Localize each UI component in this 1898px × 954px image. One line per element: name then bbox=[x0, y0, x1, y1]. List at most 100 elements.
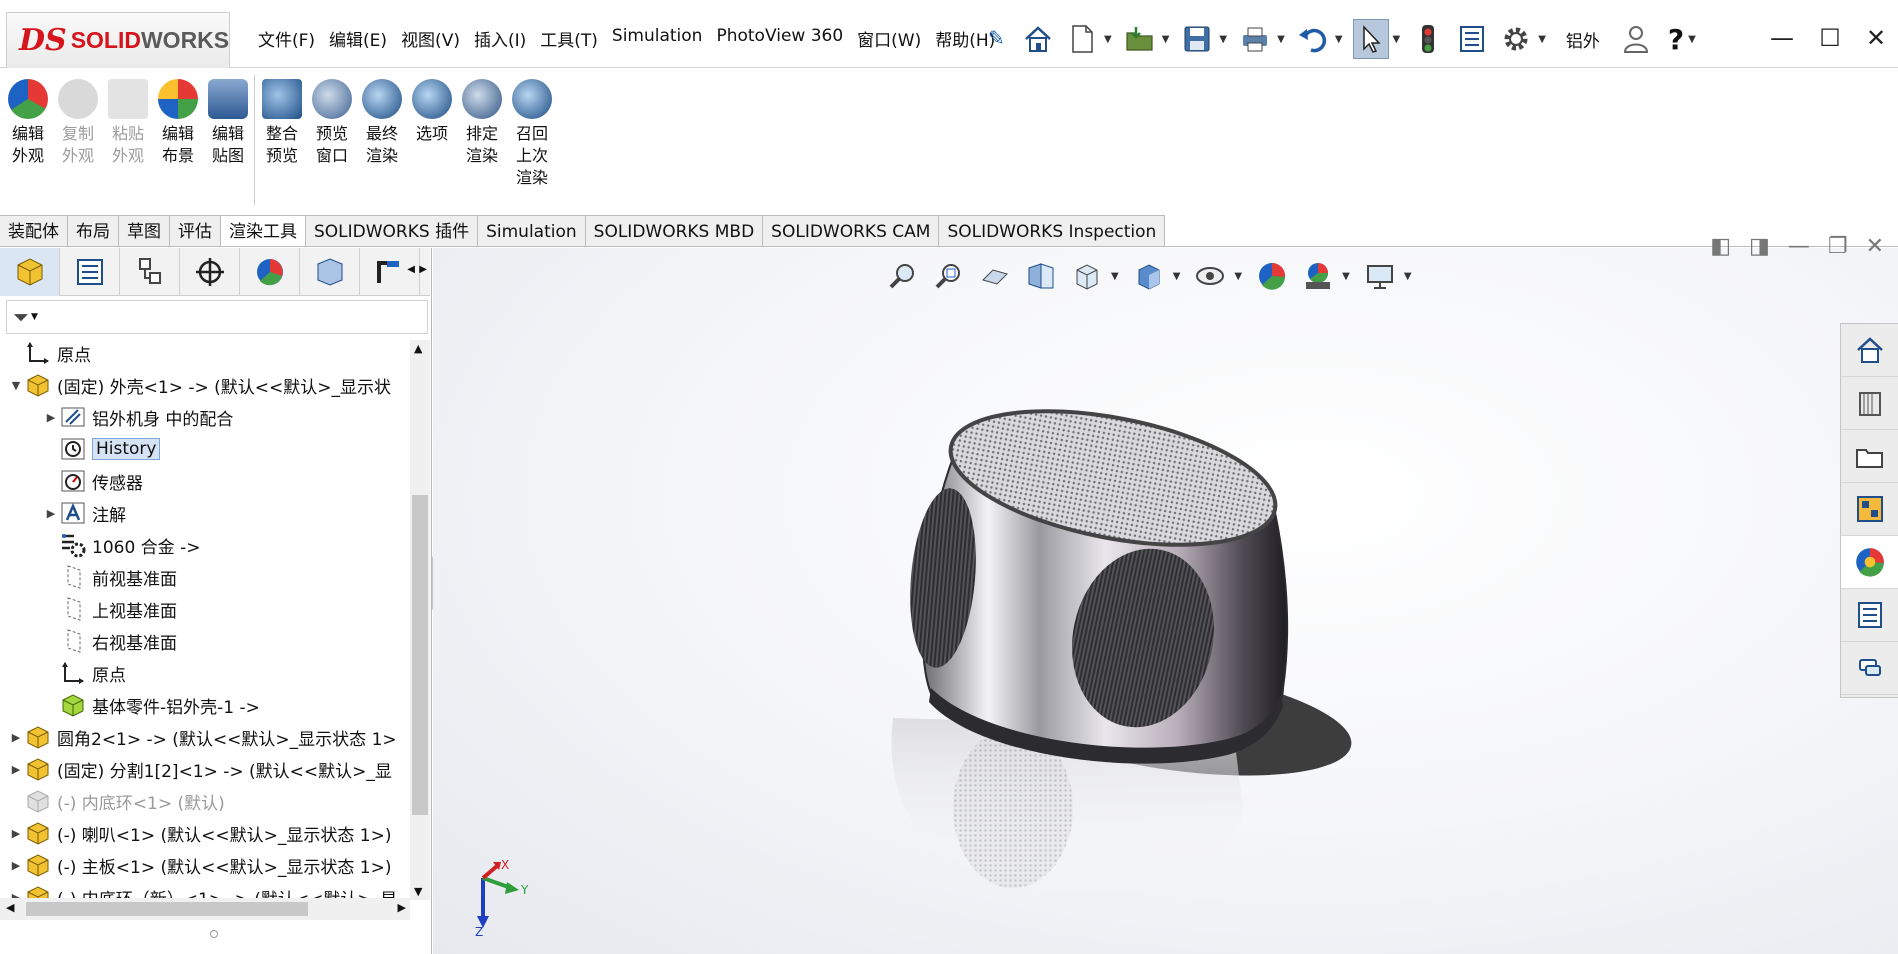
options-dropdown-icon[interactable]: ▼ bbox=[1538, 34, 1546, 45]
tree-item[interactable]: ▶ (-) 主板<1> (默认<<默认>_显示状态 1>) bbox=[8, 850, 391, 880]
apply-scene-icon[interactable] bbox=[1300, 258, 1336, 294]
viewport-close-icon[interactable]: ✕ bbox=[1866, 234, 1884, 259]
tree-item[interactable]: (-) 内底环<1> (默认) bbox=[8, 786, 225, 816]
custom-properties-icon[interactable] bbox=[1841, 589, 1898, 642]
panel-resize-handle[interactable] bbox=[210, 930, 218, 938]
integrated-preview-button[interactable]: 整合 预览 bbox=[258, 79, 306, 167]
design-library-icon[interactable] bbox=[1841, 377, 1898, 430]
edit-scene-button[interactable]: 编辑 布景 bbox=[154, 79, 202, 167]
save-dropdown-icon[interactable]: ▼ bbox=[1219, 34, 1227, 45]
file-explorer-icon[interactable] bbox=[1841, 430, 1898, 483]
scroll-up-icon[interactable]: ▲ bbox=[414, 342, 422, 355]
tab-solidworks-inspection[interactable]: SOLIDWORKS Inspection bbox=[939, 215, 1166, 247]
home-icon[interactable] bbox=[1020, 19, 1056, 59]
hide-show-icon[interactable] bbox=[1192, 258, 1228, 294]
tree-expander-icon[interactable]: ▶ bbox=[43, 507, 59, 520]
tab-assembly[interactable]: 装配体 bbox=[0, 215, 68, 247]
view-settings-dropdown-icon[interactable]: ▼ bbox=[1404, 271, 1412, 282]
scroll-down-icon[interactable]: ▼ bbox=[414, 885, 422, 898]
graphics-area[interactable]: ◧ ◨ — ❐ ✕ ▼ ▼ ▼ ▼ ▼ X Y Z bbox=[433, 234, 1898, 954]
tree-item[interactable]: 右视基准面 bbox=[43, 626, 177, 656]
save-icon[interactable] bbox=[1179, 19, 1215, 59]
appearances-icon[interactable] bbox=[1841, 536, 1898, 589]
viewport-restore-icon[interactable]: ❐ bbox=[1828, 234, 1848, 259]
tree-item[interactable]: ▼ (固定) 外壳<1> -> (默认<<默认>_显示状 bbox=[8, 370, 391, 400]
user-account-icon[interactable] bbox=[1618, 19, 1654, 59]
tree-vertical-scrollbar[interactable]: ▲ ▼ bbox=[410, 340, 430, 900]
tabs-scroll-left-icon[interactable]: ◀ bbox=[407, 264, 415, 275]
new-document-icon[interactable] bbox=[1064, 19, 1100, 59]
tree-item[interactable]: 上视基准面 bbox=[43, 594, 177, 624]
propertymanager-tab-icon[interactable] bbox=[60, 248, 120, 296]
select-pointer-icon[interactable] bbox=[1352, 19, 1389, 59]
new-dropdown-icon[interactable]: ▼ bbox=[1104, 34, 1112, 45]
menu-window[interactable]: 窗口(W) bbox=[857, 26, 921, 51]
tree-item[interactable]: 原点 bbox=[8, 338, 91, 368]
forum-icon[interactable] bbox=[1841, 642, 1898, 695]
display-style-dropdown-icon[interactable]: ▼ bbox=[1173, 271, 1181, 282]
help-dropdown-icon[interactable]: ▼ bbox=[1688, 34, 1696, 45]
zoom-to-fit-icon[interactable] bbox=[885, 258, 921, 294]
edit-appearance-hud-icon[interactable] bbox=[1254, 258, 1290, 294]
dimxpert-tab-icon[interactable] bbox=[180, 248, 240, 296]
filter-dropdown-icon[interactable]: ▼ bbox=[31, 312, 38, 322]
viewport-split-left-icon[interactable]: ◧ bbox=[1710, 234, 1731, 259]
menu-view[interactable]: 视图(V) bbox=[401, 26, 460, 51]
filter-funnel-icon[interactable]: ⏷ bbox=[13, 305, 29, 329]
view-orientation-dropdown-icon[interactable]: ▼ bbox=[1111, 271, 1119, 282]
tree-item[interactable]: 传感器 bbox=[43, 466, 143, 496]
view-orientation-icon[interactable] bbox=[1069, 258, 1105, 294]
options-gear-icon[interactable] bbox=[1498, 19, 1534, 59]
featuremanager-tab-icon[interactable] bbox=[0, 248, 60, 296]
menu-photoview[interactable]: PhotoView 360 bbox=[716, 26, 843, 51]
menu-insert[interactable]: 插入(I) bbox=[474, 26, 526, 51]
pin-menu-icon[interactable]: ✎ bbox=[988, 26, 1005, 50]
speaker-model-render[interactable] bbox=[813, 388, 1453, 948]
cam-tab-icon[interactable] bbox=[300, 248, 360, 296]
select-dropdown-icon[interactable]: ▼ bbox=[1393, 34, 1401, 45]
user-label[interactable]: 铝外 bbox=[1556, 27, 1610, 52]
tree-item[interactable]: ▶ 圆角2<1> -> (默认<<默认>_显示状态 1> bbox=[8, 722, 397, 752]
rebuild-traffic-light-icon[interactable] bbox=[1410, 19, 1446, 59]
menu-tools[interactable]: 工具(T) bbox=[540, 26, 598, 51]
tree-item[interactable]: ▶ (固定) 分割1[2]<1> -> (默认<<默认>_显 bbox=[8, 754, 392, 784]
tree-expander-icon[interactable]: ▶ bbox=[43, 411, 59, 424]
apply-scene-dropdown-icon[interactable]: ▼ bbox=[1342, 271, 1350, 282]
undo-icon[interactable] bbox=[1295, 19, 1331, 59]
tree-item[interactable]: 1060 合金 -> bbox=[43, 530, 200, 560]
solidworks-logo[interactable]: DS SOLIDWORKS bbox=[6, 12, 230, 68]
tab-evaluate[interactable]: 评估 bbox=[170, 215, 221, 247]
zoom-area-icon[interactable] bbox=[931, 258, 967, 294]
tab-solidworks-mbd[interactable]: SOLIDWORKS MBD bbox=[585, 215, 764, 247]
tree-expander-icon[interactable]: ▶ bbox=[8, 731, 24, 744]
tree-scroll-thumb[interactable] bbox=[412, 495, 428, 815]
tabs-scroll-right-icon[interactable]: ▶ bbox=[419, 264, 427, 275]
section-view-icon[interactable] bbox=[1023, 258, 1059, 294]
tab-render-tools[interactable]: 渲染工具 bbox=[221, 215, 306, 247]
displaymanager-tab-icon[interactable] bbox=[240, 248, 300, 296]
more-tabs-icon[interactable]: ◀ ▶ bbox=[360, 248, 427, 296]
help-icon[interactable]: ? bbox=[1668, 23, 1684, 56]
edit-appearance-button[interactable]: 编辑 外观 bbox=[4, 79, 52, 167]
scroll-right-icon[interactable]: ▶ bbox=[398, 901, 406, 914]
hide-show-dropdown-icon[interactable]: ▼ bbox=[1234, 271, 1242, 282]
tree-expander-icon[interactable]: ▶ bbox=[8, 859, 24, 872]
tab-simulation[interactable]: Simulation bbox=[478, 215, 586, 247]
tree-item[interactable]: ▶ (-) 喇叭<1> (默认<<默认>_显示状态 1>) bbox=[8, 818, 391, 848]
file-properties-icon[interactable] bbox=[1454, 19, 1490, 59]
tree-item[interactable]: 原点 bbox=[43, 658, 126, 688]
previous-view-icon[interactable] bbox=[977, 258, 1013, 294]
viewport-split-right-icon[interactable]: ◨ bbox=[1749, 234, 1770, 259]
undo-dropdown-icon[interactable]: ▼ bbox=[1335, 34, 1343, 45]
tab-layout[interactable]: 布局 bbox=[68, 215, 119, 247]
tree-expander-icon[interactable]: ▶ bbox=[8, 763, 24, 776]
print-dropdown-icon[interactable]: ▼ bbox=[1277, 34, 1285, 45]
menu-edit[interactable]: 编辑(E) bbox=[329, 26, 387, 51]
view-settings-icon[interactable] bbox=[1362, 258, 1398, 294]
open-icon[interactable] bbox=[1122, 19, 1158, 59]
tab-sketch[interactable]: 草图 bbox=[119, 215, 170, 247]
menu-help[interactable]: 帮助(H) bbox=[935, 26, 995, 51]
view-palette-icon[interactable] bbox=[1841, 483, 1898, 536]
tree-item[interactable]: 前视基准面 bbox=[43, 562, 177, 592]
maximize-window-icon[interactable]: ☐ bbox=[1810, 18, 1850, 58]
